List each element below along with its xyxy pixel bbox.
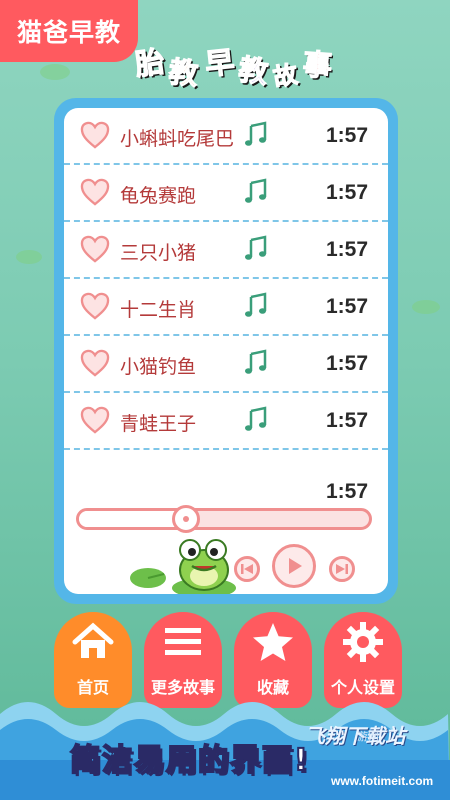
title-char: 事 <box>301 46 334 83</box>
music-note-icon <box>245 121 267 146</box>
song-duration: 1:57 <box>325 181 368 204</box>
slogan-text: 简洁易用的界面! <box>69 742 310 779</box>
heart-icon[interactable] <box>80 349 110 377</box>
song-duration: 1:57 <box>325 238 368 261</box>
music-note-icon <box>245 349 267 374</box>
watermark-sub: 游网 <box>357 730 379 743</box>
song-duration: 1:57 <box>325 352 368 375</box>
progress-fill <box>79 511 187 527</box>
frog-mascot <box>130 539 236 594</box>
app-badge: 猫爸早教 <box>0 0 138 62</box>
heart-icon[interactable] <box>80 178 110 206</box>
music-note-icon <box>245 235 267 260</box>
song-title: 青蛙王子 <box>120 413 197 435</box>
song-title: 龟兔赛跑 <box>120 185 197 207</box>
lily-pad-decoration <box>412 300 440 314</box>
play-button[interactable] <box>272 544 316 588</box>
song-title: 三只小猪 <box>120 242 197 264</box>
lily-pad-decoration <box>40 64 70 80</box>
previous-button[interactable] <box>234 556 260 582</box>
list-item[interactable]: 龟兔赛跑 1:57 <box>64 165 388 222</box>
list-item[interactable]: 小蝌蚪吃尾巴 1:57 <box>64 108 388 165</box>
list-item[interactable]: 青蛙王子 1:57 <box>64 393 388 450</box>
current-time: 1:57 <box>325 480 368 503</box>
app-title: 胎 教 早 教 故 事 <box>132 34 435 94</box>
title-char: 早 <box>203 44 237 82</box>
song-duration: 1:57 <box>325 409 368 432</box>
song-title: 小猫钓鱼 <box>120 356 197 378</box>
title-char: 教 <box>236 52 271 91</box>
title-char: 教 <box>166 54 200 92</box>
home-icon <box>72 622 114 658</box>
music-note-icon <box>245 292 267 317</box>
heart-icon[interactable] <box>80 406 110 434</box>
music-note-icon <box>245 178 267 203</box>
play-icon <box>289 558 302 574</box>
player-panel: 小蝌蚪吃尾巴 1:57 龟兔赛跑 1:57 三只小猪 1:57 十二生肖 1:5… <box>54 98 398 604</box>
list-icon <box>165 628 201 655</box>
song-title: 小蝌蚪吃尾巴 <box>120 128 235 150</box>
playlist: 小蝌蚪吃尾巴 1:57 龟兔赛跑 1:57 三只小猪 1:57 十二生肖 1:5… <box>64 108 388 594</box>
next-button[interactable] <box>329 556 355 582</box>
music-note-icon <box>245 406 267 431</box>
list-item[interactable]: 小猫钓鱼 1:57 <box>64 336 388 393</box>
song-duration: 1:57 <box>325 124 368 147</box>
list-item[interactable]: 三只小猪 1:57 <box>64 222 388 279</box>
heart-icon[interactable] <box>80 121 110 149</box>
title-char: 故 <box>271 59 301 92</box>
progress-slider[interactable] <box>76 505 372 533</box>
watermark: 飞翔下载站 游网 www.fotimeit.com <box>285 716 450 800</box>
star-icon <box>253 623 293 661</box>
skip-next-icon <box>336 564 348 574</box>
watermark-url: www.fotimeit.com <box>331 774 434 788</box>
song-duration: 1:57 <box>325 295 368 318</box>
gear-icon <box>343 622 383 662</box>
heart-icon[interactable] <box>80 292 110 320</box>
watermark-name: 飞翔下载站 <box>305 724 405 748</box>
lily-pad-decoration <box>16 250 42 264</box>
song-title: 十二生肖 <box>120 299 197 321</box>
skip-previous-icon <box>241 564 253 574</box>
list-item[interactable]: 十二生肖 1:57 <box>64 279 388 336</box>
title-char: 胎 <box>132 44 167 83</box>
heart-icon[interactable] <box>80 235 110 263</box>
